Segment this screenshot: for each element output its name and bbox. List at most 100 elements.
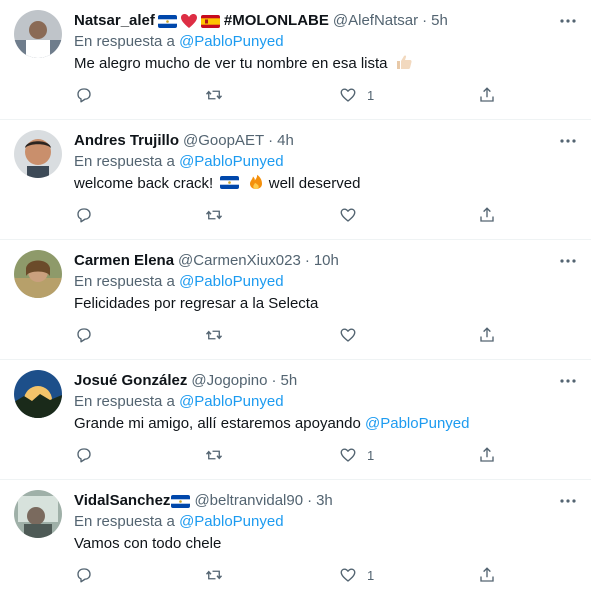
reply-prefix: En respuesta a — [74, 33, 175, 50]
more-options-button[interactable] — [559, 372, 577, 390]
tweet[interactable]: Carmen Elena @CarmenXiux023 · 10h En res… — [0, 240, 591, 360]
display-name-suffix[interactable]: #MOLONLABE — [224, 11, 329, 31]
share-button[interactable] — [478, 446, 496, 464]
more-options-button[interactable] — [559, 132, 577, 150]
like-count: 1 — [367, 87, 375, 103]
retweet-button[interactable] — [205, 566, 223, 584]
reply-button[interactable] — [75, 206, 93, 224]
tweet-text-content: welcome back crack! — [74, 175, 214, 192]
tweet[interactable]: Natsar_alef #MOLONLABE @AlefNatsar · 5h … — [0, 0, 591, 120]
heart-icon — [340, 448, 356, 462]
share-button[interactable] — [478, 326, 496, 344]
el-salvador-flag-icon — [220, 176, 240, 189]
more-options-button[interactable] — [559, 12, 577, 30]
user-handle[interactable]: @AlefNatsar — [333, 11, 418, 31]
retweet-icon — [205, 210, 223, 220]
like-button[interactable] — [339, 206, 367, 224]
timestamp[interactable]: 5h — [431, 11, 448, 31]
tweet-text: Vamos con todo chele — [74, 535, 222, 552]
separator-dot: · — [422, 12, 428, 29]
tweet-text: Felicidades por regresar a la Selecta — [74, 295, 319, 312]
user-handle[interactable]: @Jogopino — [191, 371, 267, 391]
reply-icon — [77, 328, 91, 343]
timestamp[interactable]: 4h — [277, 131, 294, 151]
share-icon — [480, 447, 494, 462]
retweet-button[interactable] — [205, 326, 223, 344]
tweet-text: Grande mi amigo, allí estaremos apoyando… — [74, 414, 551, 434]
tweet-actions — [74, 326, 591, 348]
heart-icon — [340, 328, 356, 342]
reply-prefix: En respuesta a — [74, 153, 175, 170]
user-handle[interactable]: @beltranvidal90 — [194, 491, 303, 511]
tweet-text-content-after: well deserved — [268, 175, 361, 192]
tweet-mention-link[interactable]: @PabloPunyed — [365, 415, 469, 432]
separator-dot: · — [271, 372, 277, 389]
like-button[interactable]: 1 — [339, 86, 374, 104]
more-icon — [560, 379, 576, 383]
retweet-icon — [205, 450, 223, 460]
reply-mention-link[interactable]: @PabloPunyed — [179, 513, 283, 530]
tweet-actions: 1 — [74, 566, 591, 588]
user-handle[interactable]: @CarmenXiux023 — [178, 251, 301, 271]
retweet-button[interactable] — [205, 206, 223, 224]
avatar[interactable] — [14, 130, 62, 178]
more-options-button[interactable] — [559, 252, 577, 270]
reply-button[interactable] — [75, 86, 93, 104]
display-name[interactable]: Natsar_alef — [74, 11, 155, 31]
retweet-button[interactable] — [205, 446, 223, 464]
reply-prefix: En respuesta a — [74, 513, 175, 530]
share-icon — [480, 567, 494, 582]
reply-icon — [77, 448, 91, 463]
display-name[interactable]: VidalSanchez — [74, 491, 170, 511]
tweet[interactable]: VidalSanchez @beltranvidal90 · 3h En res… — [0, 480, 591, 595]
more-icon — [560, 499, 576, 503]
avatar[interactable] — [14, 490, 62, 538]
reply-icon — [77, 88, 91, 103]
tweet[interactable]: Andres Trujillo @GoopAET · 4h En respues… — [0, 120, 591, 240]
display-name[interactable]: Andres Trujillo — [74, 131, 179, 151]
reply-button[interactable] — [75, 446, 93, 464]
display-name[interactable]: Carmen Elena — [74, 251, 174, 271]
like-button[interactable]: 1 — [339, 446, 374, 464]
share-icon — [480, 87, 494, 102]
reply-mention-link[interactable]: @PabloPunyed — [179, 33, 283, 50]
tweet-actions: 1 — [74, 446, 591, 468]
reply-context: En respuesta a @PabloPunyed — [74, 392, 551, 412]
tweet-text-content: Me alegro mucho de ver tu nombre en esa … — [74, 55, 388, 72]
share-button[interactable] — [478, 206, 496, 224]
timestamp[interactable]: 5h — [281, 371, 298, 391]
reply-button[interactable] — [75, 326, 93, 344]
share-icon — [480, 327, 494, 342]
reply-mention-link[interactable]: @PabloPunyed — [179, 393, 283, 410]
share-button[interactable] — [478, 566, 496, 584]
timestamp[interactable]: 3h — [316, 491, 333, 511]
retweet-icon — [205, 90, 223, 100]
tweet-text: Me alegro mucho de ver tu nombre en esa … — [74, 54, 551, 74]
reply-button[interactable] — [75, 566, 93, 584]
like-count: 1 — [367, 447, 375, 463]
more-options-button[interactable] — [559, 492, 577, 510]
avatar[interactable] — [14, 10, 62, 58]
tweet[interactable]: Josué González @Jogopino · 5h En respues… — [0, 360, 591, 480]
reply-prefix: En respuesta a — [74, 393, 175, 410]
reply-context: En respuesta a @PabloPunyed — [74, 32, 551, 52]
timestamp[interactable]: 10h — [314, 251, 339, 271]
reply-mention-link[interactable]: @PabloPunyed — [179, 153, 283, 170]
avatar[interactable] — [14, 250, 62, 298]
el-salvador-flag-icon — [171, 494, 191, 508]
retweet-button[interactable] — [205, 86, 223, 104]
reply-mention-link[interactable]: @PabloPunyed — [179, 273, 283, 290]
reply-icon — [77, 208, 91, 223]
tweet-actions — [74, 206, 591, 228]
reply-context: En respuesta a @PabloPunyed — [74, 512, 551, 532]
reply-icon — [77, 568, 91, 583]
display-name[interactable]: Josué González — [74, 371, 187, 391]
like-button[interactable] — [339, 326, 367, 344]
avatar[interactable] — [14, 370, 62, 418]
heart-icon — [340, 568, 356, 582]
heart-icon — [340, 88, 356, 102]
like-button[interactable]: 1 — [339, 566, 374, 584]
user-handle[interactable]: @GoopAET — [183, 131, 264, 151]
share-button[interactable] — [478, 86, 496, 104]
reply-feed: Natsar_alef #MOLONLABE @AlefNatsar · 5h … — [0, 0, 591, 595]
